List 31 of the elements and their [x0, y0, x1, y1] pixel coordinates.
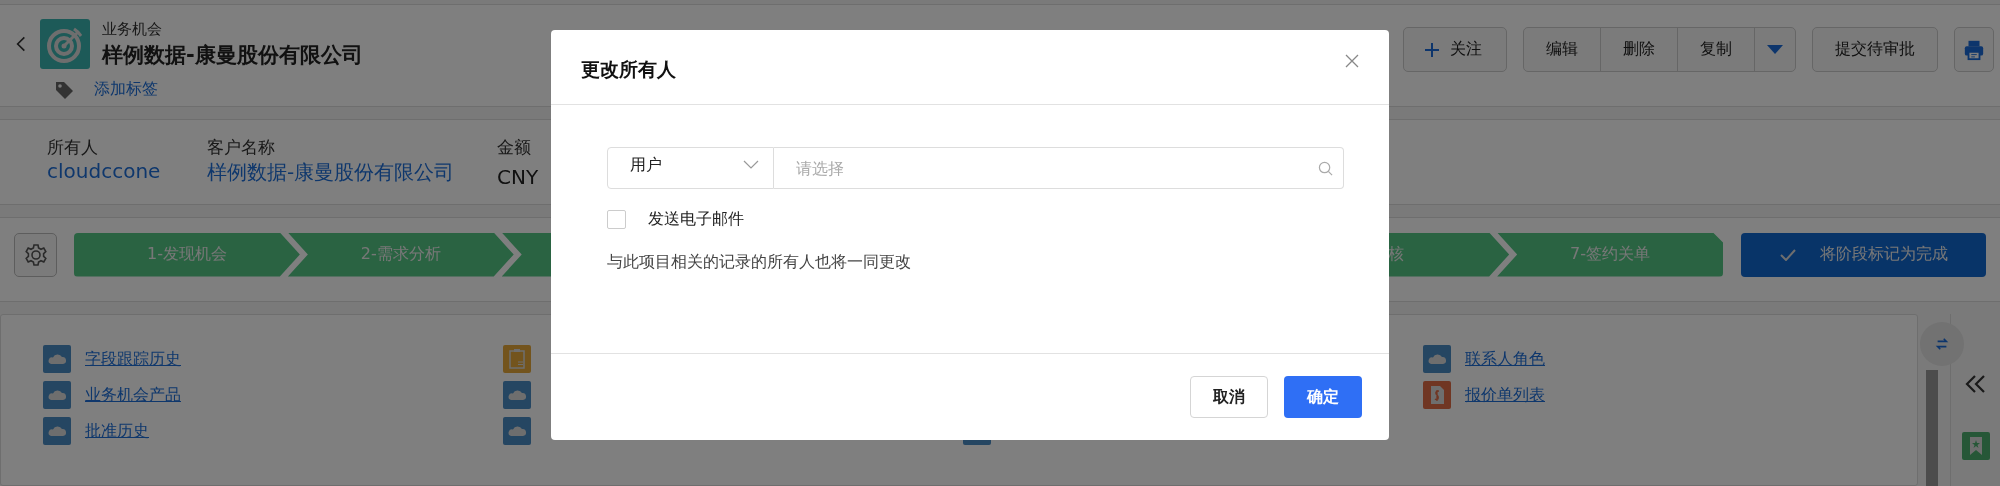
- cancel-button[interactable]: 取消: [1190, 376, 1268, 418]
- related-list-link[interactable]: 批准历史: [85, 420, 149, 442]
- related-list-link[interactable]: 业务机会产品: [85, 384, 181, 406]
- search-input[interactable]: 请选择: [796, 158, 856, 178]
- action-button[interactable]: 删除: [1601, 28, 1678, 71]
- field-label: 客户名称: [207, 136, 276, 159]
- confirm-button[interactable]: 确定: [1284, 376, 1362, 418]
- stage-step[interactable]: 1-发现机会: [74, 232, 300, 277]
- field-label: 金额: [497, 136, 532, 159]
- checkbox-label: 发送电子邮件: [648, 209, 744, 230]
- field-label: 所有人: [47, 136, 99, 159]
- related-list-link[interactable]: 报价单列表: [1465, 384, 1545, 406]
- action-button[interactable]: 复制: [1678, 28, 1755, 71]
- stage-step[interactable]: 7-签约关单: [1497, 232, 1723, 277]
- record-title: 样例数据-康曼股份有限公司: [102, 41, 363, 69]
- field-link[interactable]: cloudccone: [47, 159, 161, 183]
- object-type: 业务机会: [102, 19, 163, 39]
- search-field[interactable]: 请选择: [774, 147, 1344, 189]
- stage-step[interactable]: 2-需求分析: [287, 232, 514, 277]
- related-list-link[interactable]: 联系人角色: [1465, 348, 1545, 370]
- mark-complete-button[interactable]: 将阶段标记为完成: [1741, 232, 1986, 277]
- type-select[interactable]: 用户: [607, 147, 774, 189]
- field-value: CNY: [497, 165, 539, 189]
- action-button[interactable]: 编辑: [1524, 28, 1601, 71]
- add-tag-link[interactable]: 添加标签: [94, 79, 158, 100]
- note-text: 与此项目相关的记录的所有人也将一同更改: [607, 252, 912, 273]
- dialog-title: 更改所有人: [581, 57, 676, 82]
- field-link[interactable]: 样例数据-康曼股份有限公司: [207, 160, 455, 184]
- follow-button[interactable]: 关注: [1403, 27, 1507, 72]
- related-list-link[interactable]: 字段跟踪历史: [85, 348, 181, 370]
- submit-button[interactable]: 提交待审批: [1812, 27, 1938, 72]
